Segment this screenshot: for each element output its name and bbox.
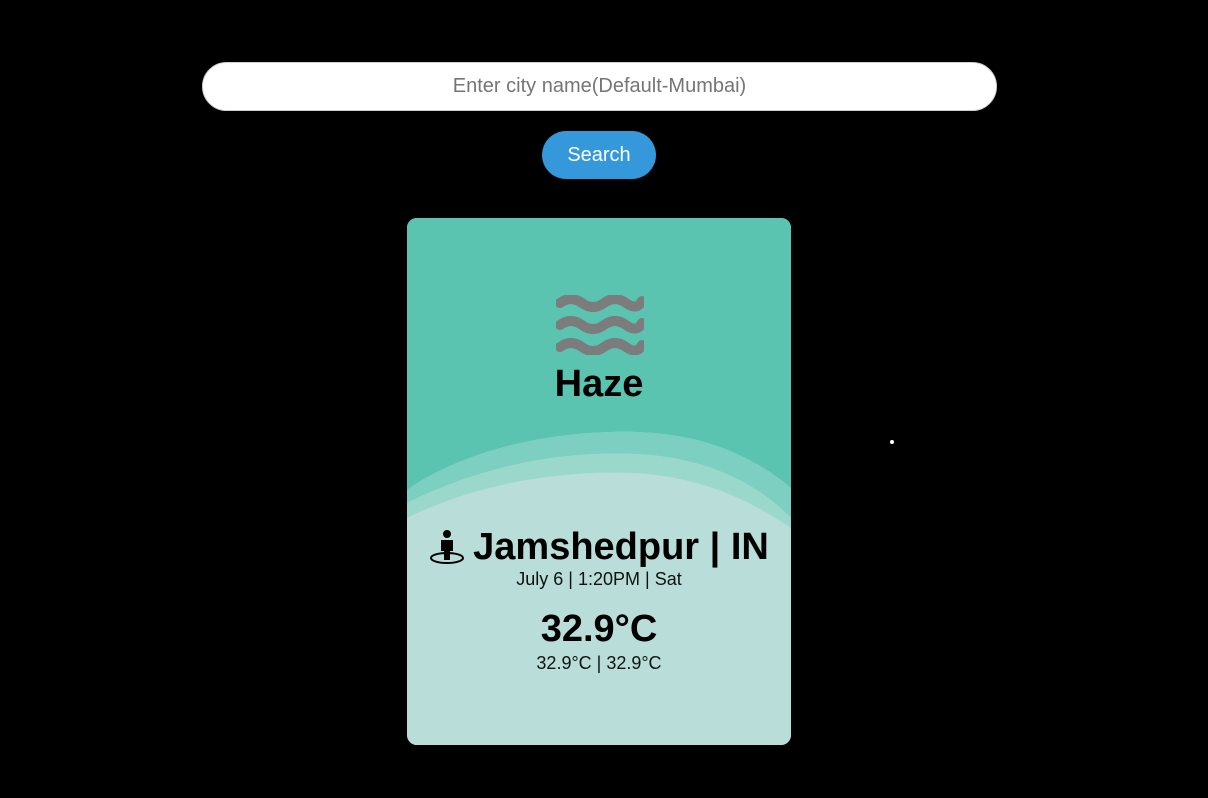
cursor-dot xyxy=(890,440,894,444)
min-max-temperature: 32.9°C | 32.9°C xyxy=(536,653,662,673)
date-time: July 6 | 1:20PM | Sat xyxy=(516,569,682,589)
search-button[interactable]: Search xyxy=(542,131,656,179)
temperature: 32.9°C xyxy=(540,608,658,650)
weather-condition: Haze xyxy=(554,363,644,405)
street-view-icon xyxy=(430,530,465,564)
weather-app: Search Haze Jamshedpur | IN July 6 | 1 xyxy=(0,0,1208,798)
city-search-input[interactable] xyxy=(202,62,997,111)
location-label: Jamshedpur | IN xyxy=(473,525,769,568)
location-row: Jamshedpur | IN xyxy=(407,524,791,570)
haze-icon xyxy=(556,295,644,355)
weather-card: Haze Jamshedpur | IN July 6 | 1:20PM | S… xyxy=(407,218,791,745)
